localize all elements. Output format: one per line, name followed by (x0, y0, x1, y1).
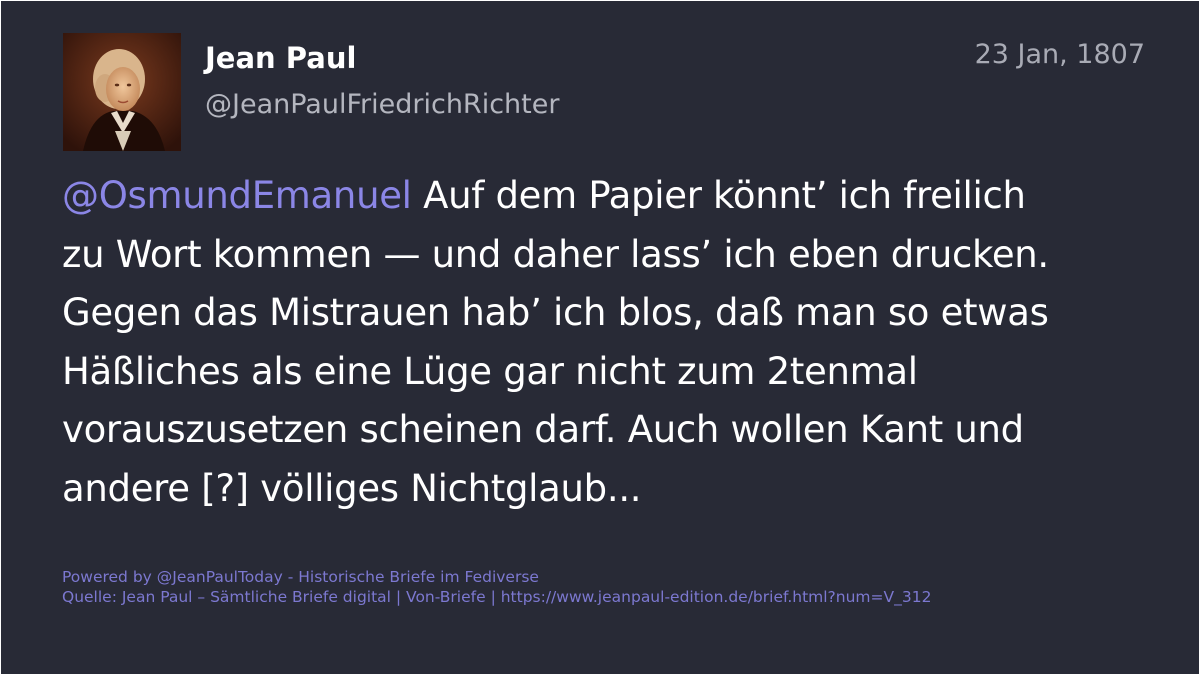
source-text: Quelle: Jean Paul – Sämtliche Briefe dig… (62, 588, 932, 606)
post-card: Jean Paul @JeanPaulFriedrichRichter 23 J… (1, 1, 1199, 674)
mention-link[interactable]: @OsmundEmanuel (62, 174, 412, 217)
body-text-segment: Auf dem Papier könnt’ ich freilich (411, 174, 1026, 217)
post-body: @OsmundEmanuel Auf dem Papier könnt’ ich… (62, 167, 1142, 518)
author-display-name[interactable]: Jean Paul (205, 41, 356, 75)
body-line-1: @OsmundEmanuel Auf dem Papier könnt’ ich… (62, 167, 1142, 226)
body-line-5: vorauszusetzen scheinen darf. Auch wolle… (62, 408, 1024, 451)
author-handle[interactable]: @JeanPaulFriedrichRichter (205, 89, 559, 120)
footer: Powered by @JeanPaulToday - Historische … (62, 567, 931, 607)
body-line-4: Häßliches als eine Lüge gar nicht zum 2t… (62, 349, 918, 393)
portrait-icon (63, 33, 181, 151)
powered-by-text: Powered by @JeanPaulToday - Historische … (62, 568, 539, 586)
portrait-avatar[interactable] (63, 33, 181, 151)
body-line-6: andere [?] völliges Nichtglaub... (62, 466, 642, 510)
post-date: 23 Jan, 1807 (974, 39, 1145, 70)
body-line-2: zu Wort kommen — und daher lass’ ich ebe… (62, 232, 1049, 276)
body-line-3: Gegen das Mistrauen hab’ ich blos, daß m… (62, 291, 1049, 334)
